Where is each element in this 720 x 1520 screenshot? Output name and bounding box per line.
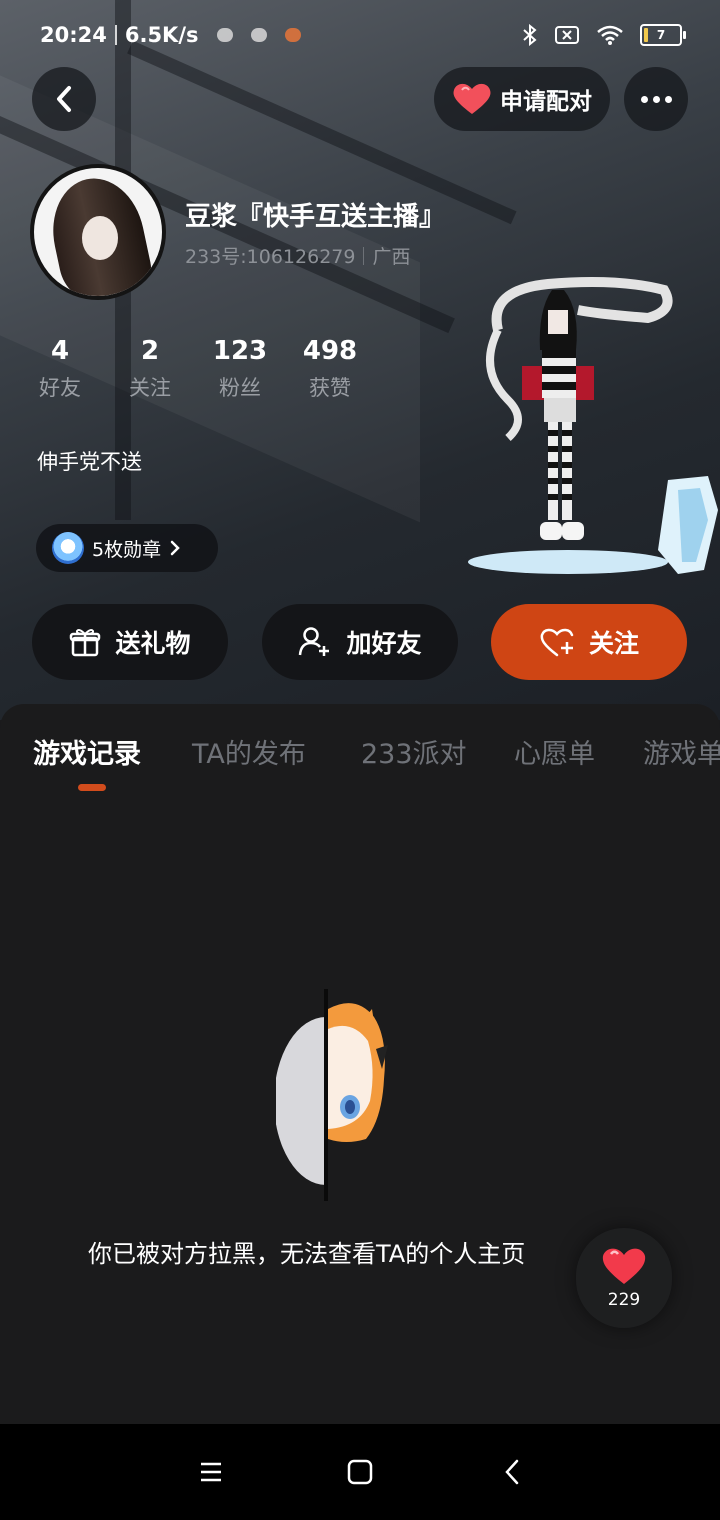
badges-button[interactable]: 5枚勋章 bbox=[36, 524, 218, 572]
send-gift-label: 送礼物 bbox=[115, 629, 191, 658]
nav-back-icon bbox=[505, 1459, 519, 1485]
status-network-speed: 6.5K/s bbox=[124, 23, 199, 47]
user-region: 广西 bbox=[372, 246, 411, 268]
chevron-right-icon bbox=[170, 540, 180, 556]
stat-label: 获赞 bbox=[309, 376, 351, 400]
send-gift-button[interactable]: 送礼物 bbox=[32, 604, 228, 680]
stat-likes[interactable]: 498 获赞 bbox=[285, 336, 375, 402]
stat-label: 好友 bbox=[39, 376, 81, 400]
heart-plus-icon bbox=[540, 628, 574, 657]
like-count: 229 bbox=[607, 1290, 641, 1310]
stat-friends[interactable]: 4 好友 bbox=[15, 336, 105, 402]
user-bio: 伸手党不送 bbox=[37, 450, 142, 474]
active-tab-indicator bbox=[78, 784, 106, 791]
stat-value: 123 bbox=[212, 336, 268, 366]
floating-like-button[interactable]: 229 bbox=[576, 1228, 672, 1328]
more-icon bbox=[640, 95, 672, 103]
blocked-illustration bbox=[276, 989, 388, 1201]
stat-value: 2 bbox=[140, 336, 160, 366]
avatar[interactable] bbox=[30, 164, 166, 300]
uid-row: 233号:106126279 广西 bbox=[185, 242, 410, 269]
blocked-message: 你已被对方拉黑，无法查看TA的个人主页 bbox=[88, 1240, 526, 1268]
tab-wishlist[interactable]: 心愿单 bbox=[514, 732, 595, 771]
username: 豆浆『快手互送主播』 bbox=[185, 202, 446, 232]
stat-label: 关注 bbox=[129, 376, 171, 400]
back-button[interactable] bbox=[32, 67, 96, 131]
apply-pair-label: 申请配对 bbox=[500, 89, 592, 115]
stat-fans[interactable]: 123 粉丝 bbox=[195, 336, 285, 402]
sim-icon bbox=[555, 26, 579, 44]
bluetooth-icon bbox=[523, 24, 537, 46]
menu-button[interactable] bbox=[191, 1452, 231, 1492]
tab-posts[interactable]: TA的发布 bbox=[192, 732, 306, 771]
heart-icon bbox=[602, 1248, 646, 1284]
home-button[interactable] bbox=[340, 1452, 380, 1492]
apply-pair-button[interactable]: 申请配对 bbox=[434, 67, 610, 131]
tab-party[interactable]: 233派对 bbox=[361, 732, 467, 771]
nav-back-button[interactable] bbox=[492, 1452, 532, 1492]
stat-value: 498 bbox=[302, 336, 358, 366]
character-avatar-figure bbox=[468, 277, 718, 574]
wifi-icon bbox=[597, 25, 623, 45]
back-icon bbox=[57, 86, 71, 112]
badges-label: 5枚勋章 bbox=[92, 538, 162, 561]
system-navigation-bar bbox=[0, 1424, 720, 1520]
follow-button[interactable]: 关注 bbox=[491, 604, 687, 680]
tab-game-records[interactable]: 游戏记录 bbox=[33, 732, 141, 771]
home-icon bbox=[347, 1459, 373, 1485]
add-friend-label: 加好友 bbox=[346, 629, 422, 658]
stat-value: 4 bbox=[50, 336, 70, 366]
follow-label: 关注 bbox=[588, 629, 639, 658]
more-button[interactable] bbox=[624, 67, 688, 131]
status-bar: 20:24 6.5K/s 7 bbox=[40, 18, 686, 52]
battery-icon: 7 bbox=[640, 24, 686, 46]
notification-icon bbox=[284, 28, 301, 42]
add-friend-button[interactable]: 加好友 bbox=[262, 604, 458, 680]
gift-icon bbox=[70, 629, 101, 657]
notification-icon bbox=[216, 28, 233, 42]
stat-label: 粉丝 bbox=[219, 376, 261, 400]
add-user-icon bbox=[299, 627, 330, 656]
status-time: 20:24 bbox=[40, 23, 107, 47]
stat-following[interactable]: 2 关注 bbox=[105, 336, 195, 402]
user-id: 233号:106126279 bbox=[185, 246, 356, 268]
profile-content: 游戏记录 TA的发布 233派对 心愿单 游戏单 你已被对方拉黑，无法查看TA的… bbox=[0, 704, 720, 1424]
notification-icon bbox=[250, 28, 267, 42]
heart-icon bbox=[453, 83, 491, 114]
tab-game-list[interactable]: 游戏单 bbox=[643, 732, 720, 771]
menu-icon bbox=[201, 1462, 221, 1482]
badge-icon bbox=[52, 532, 84, 564]
